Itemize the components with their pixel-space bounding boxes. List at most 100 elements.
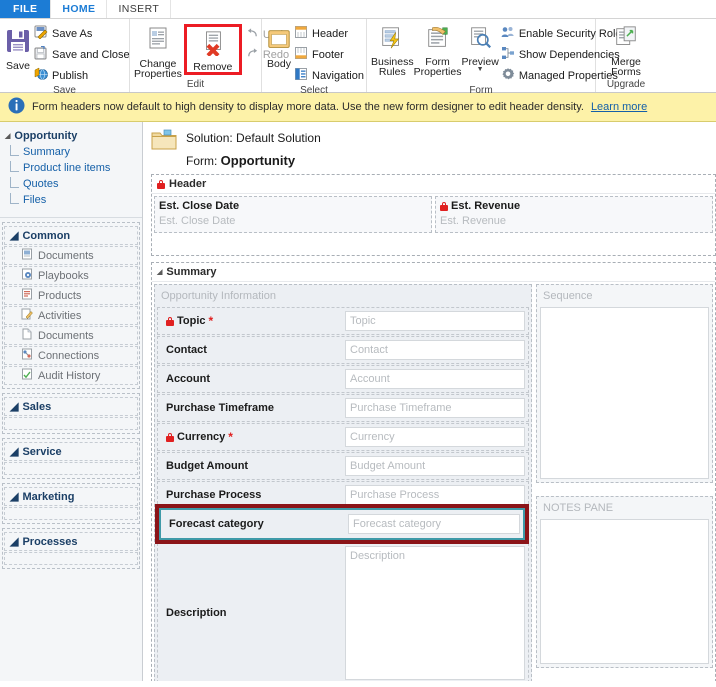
tab-insert[interactable]: INSERT bbox=[107, 0, 172, 18]
redo-arrow-icon bbox=[246, 47, 259, 63]
purchase-process-label: Purchase Process bbox=[166, 489, 262, 501]
tree-elbow-icon bbox=[10, 193, 19, 204]
remove-button[interactable]: Remove bbox=[189, 28, 237, 72]
body-button[interactable]: Body bbox=[266, 23, 292, 69]
budget-amount-input[interactable]: Budget Amount bbox=[345, 456, 525, 476]
tab-file[interactable]: FILE bbox=[0, 0, 51, 18]
sidebar-item-quotes[interactable]: Quotes bbox=[0, 176, 142, 192]
form-field-budget-amount[interactable]: Budget Amount Budget Amount bbox=[157, 452, 529, 480]
collapse-triangle-icon: ◢ bbox=[10, 230, 19, 242]
form-field-contact[interactable]: Contact Contact bbox=[157, 336, 529, 364]
navigation-sidebar: ◢ Opportunity Summary Product line items… bbox=[0, 122, 143, 681]
preview-icon bbox=[467, 25, 493, 54]
ribbon-group-edit: Change Properties Remove Redo Edit bbox=[130, 19, 289, 92]
chevron-down-icon[interactable]: ▼ bbox=[477, 66, 484, 73]
header-label: Header bbox=[312, 27, 349, 40]
description-placeholder: Description bbox=[350, 550, 406, 562]
form-field-currency[interactable]: Currency * Currency bbox=[157, 423, 529, 451]
header-field-est-close-date[interactable]: Est. Close Date Est. Close Date bbox=[154, 196, 432, 233]
form-section-header[interactable]: Header Est. Close Date Est. Close Date E… bbox=[151, 174, 716, 256]
sidebar-item-connections[interactable]: Connections bbox=[4, 346, 138, 365]
navigation-label: Navigation bbox=[312, 69, 364, 82]
sidebar-item-product-line-items-label: Product line items bbox=[23, 162, 111, 174]
notes-pane[interactable]: NOTES PANE bbox=[536, 496, 713, 668]
managed-properties-icon bbox=[501, 67, 515, 84]
sidebar-item-activities[interactable]: Activities bbox=[4, 306, 138, 325]
save-button[interactable]: Save bbox=[4, 23, 32, 71]
sidebar-item-files[interactable]: Files bbox=[0, 192, 142, 208]
form-field-forecast-category[interactable]: Forecast category Forecast category bbox=[161, 510, 523, 538]
form-section-summary[interactable]: ◢ Summary Opportunity Information Topic … bbox=[151, 262, 716, 681]
sidebar-item-documents[interactable]: Documents bbox=[4, 246, 138, 265]
nav-section-sales[interactable]: ◢ Sales bbox=[4, 397, 138, 416]
info-icon bbox=[8, 97, 25, 117]
sidebar-item-products[interactable]: Products bbox=[4, 286, 138, 305]
form-designer-canvas: Solution: Default Solution Form: Opportu… bbox=[143, 122, 716, 681]
purchase-timeframe-input[interactable]: Purchase Timeframe bbox=[345, 398, 525, 418]
ribbon-tabstrip: FILE HOME INSERT bbox=[0, 0, 716, 19]
nav-section-opportunity[interactable]: ◢ Opportunity bbox=[0, 128, 142, 144]
sidebar-item-summary[interactable]: Summary bbox=[0, 144, 142, 160]
save-and-close-button[interactable]: Save and Close bbox=[32, 45, 133, 64]
merge-forms-label: Merge Forms bbox=[611, 56, 641, 78]
topic-input[interactable]: Topic bbox=[345, 311, 525, 331]
contact-input[interactable]: Contact bbox=[345, 340, 525, 360]
learn-more-link[interactable]: Learn more bbox=[591, 101, 647, 113]
nav-section-marketing[interactable]: ◢ Marketing bbox=[4, 487, 138, 506]
sidebar-item-playbooks[interactable]: Playbooks bbox=[4, 266, 138, 285]
navigation-button[interactable]: Navigation bbox=[292, 66, 367, 85]
products-icon bbox=[21, 288, 33, 303]
form-field-description[interactable]: Description Description bbox=[157, 543, 529, 681]
purchase-process-input[interactable]: Purchase Process bbox=[345, 485, 525, 505]
header-icon bbox=[294, 25, 308, 42]
publish-button[interactable]: Publish bbox=[32, 66, 133, 85]
sidebar-item-audit-history[interactable]: Audit History bbox=[4, 366, 138, 385]
sidebar-divider bbox=[0, 217, 142, 218]
nav-section-common[interactable]: ◢ Common bbox=[4, 226, 138, 245]
currency-placeholder: Currency bbox=[350, 431, 395, 443]
sidebar-item-quotes-label: Quotes bbox=[23, 178, 59, 190]
notes-pane-body[interactable] bbox=[540, 519, 709, 664]
publish-icon bbox=[34, 67, 48, 84]
nav-group-processes-empty bbox=[4, 552, 138, 565]
header-button[interactable]: Header bbox=[292, 24, 367, 43]
form-field-purchase-timeframe[interactable]: Purchase Timeframe Purchase Timeframe bbox=[157, 394, 529, 422]
form-field-topic[interactable]: Topic * Topic bbox=[157, 307, 529, 335]
business-rules-icon bbox=[379, 25, 405, 54]
sidebar-item-connections-label: Connections bbox=[38, 349, 100, 362]
merge-forms-button[interactable]: Merge Forms bbox=[600, 23, 652, 77]
sidebar-item-documents-2[interactable]: Documents bbox=[4, 326, 138, 345]
business-rules-button[interactable]: Business Rules bbox=[371, 23, 414, 77]
forecast-category-input[interactable]: Forecast category bbox=[348, 514, 520, 534]
currency-input[interactable]: Currency bbox=[345, 427, 525, 447]
form-field-account[interactable]: Account Account bbox=[157, 365, 529, 393]
topic-placeholder: Topic bbox=[350, 315, 376, 327]
tab-home[interactable]: HOME bbox=[50, 0, 108, 18]
form-properties-button[interactable]: Form Properties bbox=[414, 23, 461, 77]
nav-group-marketing-empty bbox=[4, 507, 138, 520]
currency-label: Currency bbox=[177, 431, 226, 443]
footer-button[interactable]: Footer bbox=[292, 45, 367, 64]
preview-button[interactable]: Preview ▼ bbox=[461, 23, 499, 73]
nav-section-common-label: Common bbox=[22, 229, 71, 242]
nav-section-service[interactable]: ◢ Service bbox=[4, 442, 138, 461]
sidebar-item-product-line-items[interactable]: Product line items bbox=[0, 160, 142, 176]
nav-section-processes[interactable]: ◢ Processes bbox=[4, 532, 138, 551]
change-properties-button[interactable]: Change Properties bbox=[134, 23, 182, 79]
nav-section-service-label: Service bbox=[22, 445, 62, 458]
description-input[interactable]: Description bbox=[345, 546, 525, 680]
save-as-button[interactable]: Save As bbox=[32, 24, 133, 43]
form-section-summary-title: ◢ Summary bbox=[152, 263, 715, 282]
sequence-pane[interactable]: Sequence bbox=[536, 284, 713, 483]
header-field-est-revenue[interactable]: Est. Revenue Est. Revenue bbox=[435, 196, 713, 233]
account-input[interactable]: Account bbox=[345, 369, 525, 389]
lock-icon bbox=[166, 432, 174, 442]
opportunity-information-subsection[interactable]: Opportunity Information Topic * Topic Co… bbox=[154, 284, 532, 681]
dependencies-icon bbox=[501, 46, 515, 63]
sequence-pane-body[interactable] bbox=[540, 307, 709, 479]
nav-section-sales-label: Sales bbox=[22, 400, 52, 413]
form-field-purchase-process[interactable]: Purchase Process Purchase Process bbox=[157, 481, 529, 509]
floppy-disk-icon bbox=[4, 27, 32, 58]
currency-label-wrap: Currency * bbox=[161, 431, 345, 443]
sidebar-item-products-label: Products bbox=[38, 289, 82, 302]
